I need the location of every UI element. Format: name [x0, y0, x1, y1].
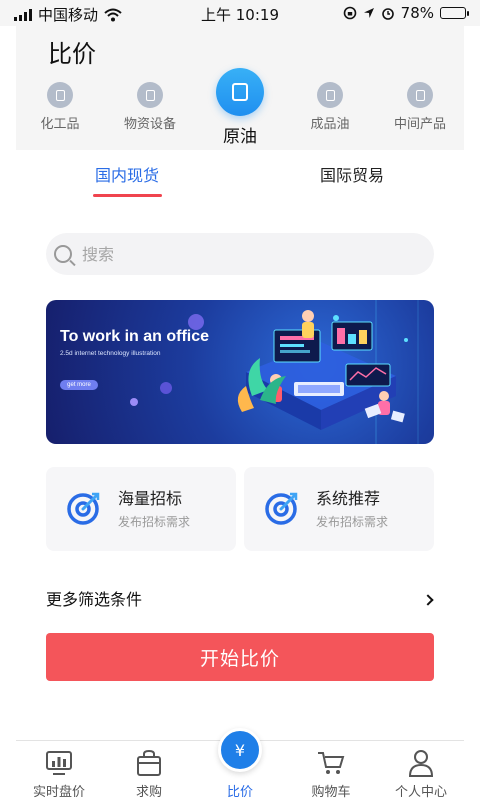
alarm-icon [381, 8, 394, 20]
tab-international-trade[interactable]: 国际贸易 [277, 162, 427, 186]
nav-label: 个人中心 [394, 785, 447, 800]
banner-subtitle: 2.5d internet technology illustration [60, 350, 161, 357]
search-icon [54, 245, 72, 263]
oil-barrel-icon [216, 68, 264, 116]
start-compare-button[interactable]: 开始比价 [46, 633, 434, 681]
nav-label: 实时盘价 [32, 785, 85, 800]
chevron-right-icon [422, 594, 434, 606]
battery-percent: 78% [400, 4, 434, 22]
category-label: 中间产品 [393, 117, 446, 132]
promo-banner[interactable]: To work in an office 2.5d internet techn… [46, 300, 434, 444]
more-filters-label: 更多筛选条件 [46, 590, 143, 609]
user-icon [408, 750, 434, 777]
flask-icon [47, 82, 73, 108]
card-subtitle: 发布招标需求 [316, 515, 389, 529]
tab-domestic-spot[interactable]: 国内现货 [52, 162, 202, 186]
page-title: 比价 [48, 40, 96, 68]
nav-profile[interactable]: 个人中心 [378, 749, 464, 800]
yen-card-icon[interactable]: ¥ [218, 728, 262, 772]
card-subtitle: 发布招标需求 [118, 515, 191, 529]
bidding-card[interactable]: 海量招标 发布招标需求 [46, 467, 236, 551]
fuel-icon [317, 82, 343, 108]
category-intermediates[interactable]: 中间产品 [380, 82, 460, 132]
more-filters-row[interactable]: 更多筛选条件 [46, 586, 442, 616]
chart-monitor-icon [46, 751, 72, 775]
cart-icon [318, 752, 345, 774]
nav-cart[interactable]: 购物车 [288, 749, 374, 800]
market-tabs: 国内现货 国际贸易 [0, 150, 480, 200]
nav-label: 求购 [135, 785, 162, 800]
nav-realtime-price[interactable]: 实时盘价 [16, 749, 102, 800]
status-right: 78% [343, 4, 469, 22]
battery-icon [440, 7, 469, 19]
banner-title: To work in an office [60, 328, 210, 345]
category-label: 成品油 [310, 117, 350, 132]
nav-purchase[interactable]: 求购 [106, 749, 192, 800]
shopping-bag-icon [137, 749, 161, 776]
target-icon [67, 492, 100, 525]
search-input[interactable] [82, 244, 402, 264]
category-label: 物资设备 [123, 117, 176, 132]
location-arrow-icon [363, 8, 374, 18]
banner-get-more-button[interactable]: get more [60, 380, 98, 390]
card-title: 海量招标 [118, 489, 183, 508]
status-bar: 中国移动 上午 10:19 78% [0, 0, 480, 26]
category-chemicals[interactable]: 化工品 [20, 82, 100, 132]
nav-label: 购物车 [311, 785, 351, 800]
card-title: 系统推荐 [316, 489, 381, 508]
category-header: 比价 化工品 物资设备 原油 成品油 中间产品 [16, 26, 464, 150]
recommend-card[interactable]: 系统推荐 发布招标需求 [244, 467, 434, 551]
active-tab-indicator [93, 194, 162, 197]
office-illustration [130, 300, 419, 444]
category-crude-oil[interactable]: 原油 [200, 68, 280, 147]
equipment-icon [137, 82, 163, 108]
category-refined-oil[interactable]: 成品油 [290, 82, 370, 132]
category-equipment[interactable]: 物资设备 [110, 82, 190, 132]
bottom-nav: 实时盘价 求购 比价 ¥ 购物车 个人中心 [16, 728, 464, 800]
search-bar[interactable] [46, 233, 434, 275]
rotation-lock-icon [343, 6, 356, 20]
category-label: 原油 [223, 127, 257, 147]
target-icon [265, 492, 298, 525]
nav-label: 比价 [226, 785, 253, 800]
category-label: 化工品 [40, 117, 80, 132]
box-icon [407, 82, 433, 108]
